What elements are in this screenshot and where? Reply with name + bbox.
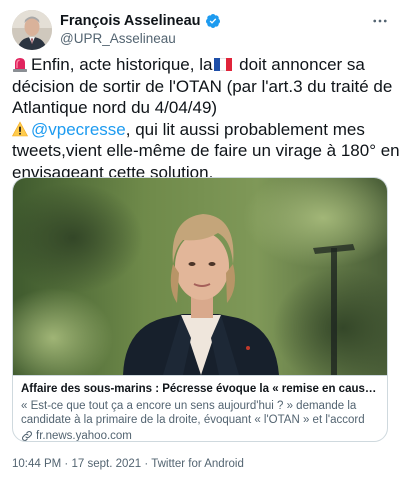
france-flag-icon	[214, 55, 233, 71]
link-preview-card[interactable]: Affaire des sous-marins : Pécresse évoqu…	[12, 177, 388, 442]
tweet-text: Enfin, acte historique, la doit annoncer…	[11, 54, 404, 183]
link-icon	[21, 430, 33, 441]
card-domain: fr.news.yahoo.com	[36, 430, 132, 442]
separator: ·	[61, 458, 72, 470]
card-image[interactable]	[13, 178, 387, 375]
author-name-row[interactable]: François Asselineau	[60, 12, 221, 30]
tweet-line-4: @vpecresse, qui lit aussi probablement m…	[11, 119, 404, 141]
tweet-line-3: Atlantique nord du 4/04/49)	[12, 98, 218, 117]
rotating-light-icon	[12, 56, 28, 72]
card-title[interactable]: Affaire des sous-marins : Pécresse évoqu…	[21, 382, 381, 396]
tweet-time[interactable]: 10:44 PM	[12, 458, 61, 470]
tweet-line-5: tweets,vient elle-même de faire un virag…	[12, 141, 400, 160]
tweet: François Asselineau @UPR_Asselineau Enfi…	[0, 0, 407, 479]
card-info[interactable]: Affaire des sous-marins : Pécresse évoqu…	[13, 375, 387, 442]
author-name[interactable]: François Asselineau	[60, 13, 201, 29]
card-description: « Est-ce que tout ça a encore un sens au…	[21, 400, 365, 426]
avatar[interactable]	[12, 10, 52, 50]
more-options-icon[interactable]	[369, 10, 391, 32]
verified-badge-icon	[205, 13, 221, 29]
warning-icon	[11, 120, 29, 137]
tweet-date[interactable]: 17 sept. 2021	[71, 458, 141, 470]
tweet-footer: 10:44 PM · 17 sept. 2021 · Twitter for A…	[12, 458, 244, 470]
tweet-source[interactable]: Twitter for Android	[151, 458, 244, 470]
tweet-line-2: décision de sortir de l'OTAN (par l'art.…	[12, 76, 393, 96]
author-handle[interactable]: @UPR_Asselineau	[60, 31, 176, 46]
separator: ·	[141, 458, 152, 470]
card-domain-row: fr.news.yahoo.com	[21, 429, 381, 442]
tweet-line-1: Enfin, acte historique, la doit annoncer…	[12, 54, 404, 76]
mention-link[interactable]: @vpecresse	[31, 120, 126, 139]
avatar-image	[12, 10, 52, 50]
